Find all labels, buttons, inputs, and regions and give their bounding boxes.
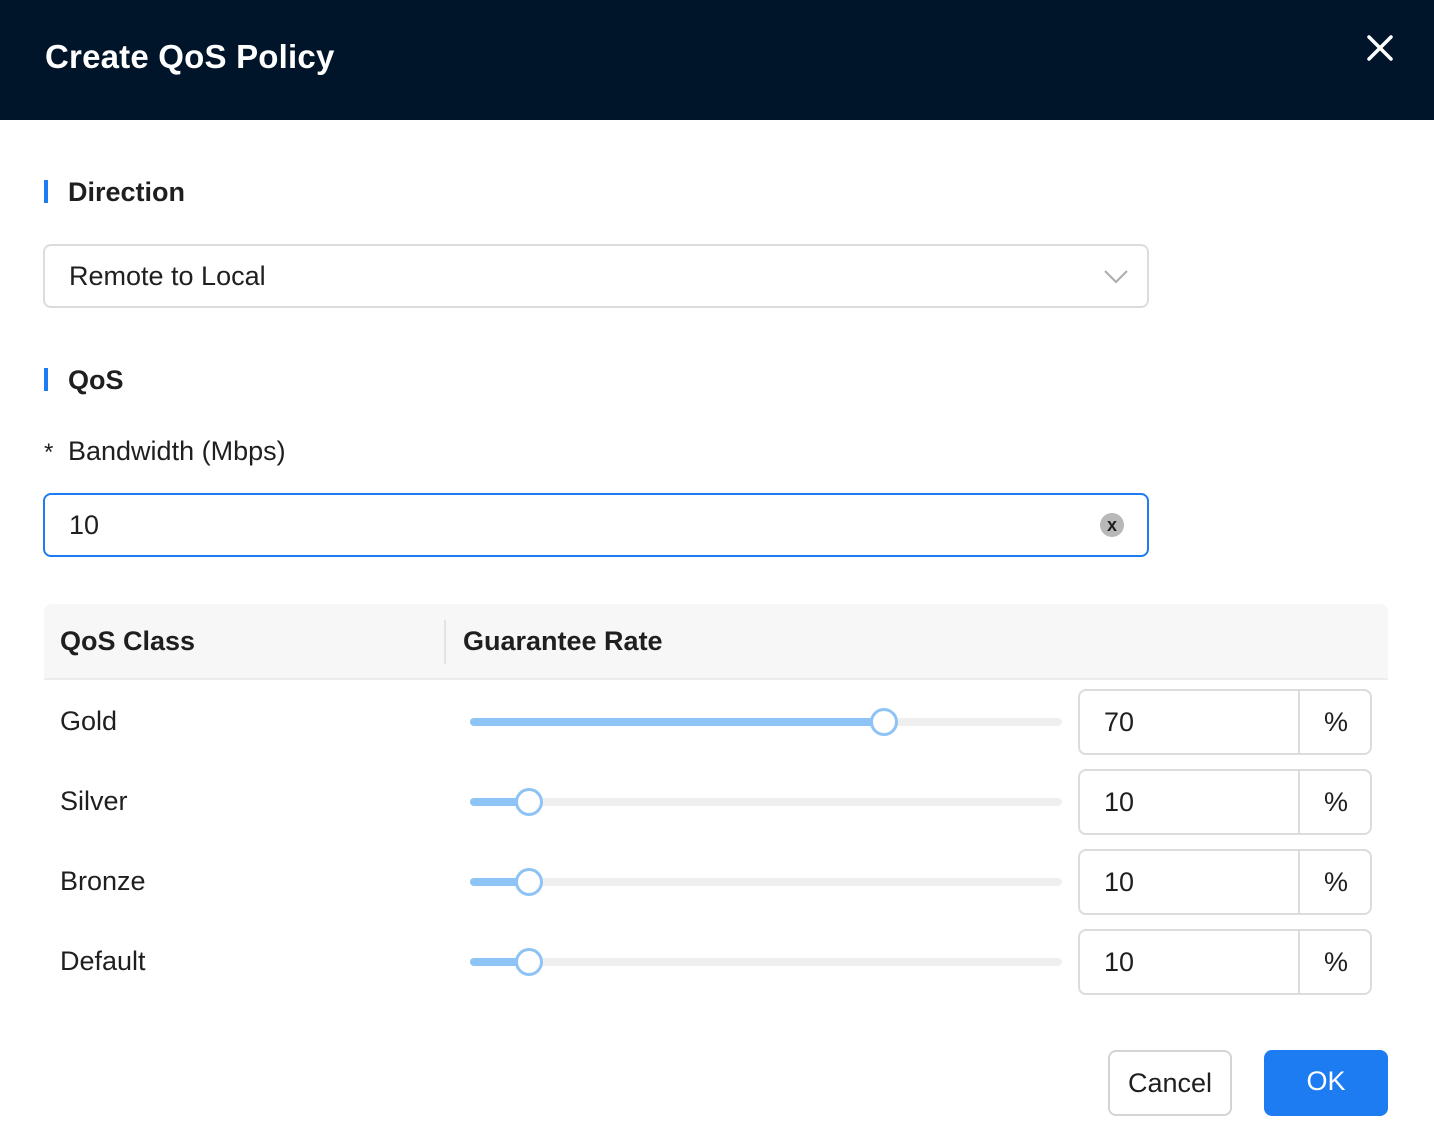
- guarantee-rate-value: 10: [1104, 867, 1135, 897]
- qos-class-name: Default: [60, 946, 146, 976]
- close-icon[interactable]: [1360, 28, 1400, 68]
- ok-button[interactable]: OK: [1264, 1050, 1388, 1116]
- slider-handle[interactable]: [870, 708, 899, 736]
- qos-class-name: Bronze: [60, 866, 146, 896]
- table-row: Gold 70 %: [44, 682, 1388, 762]
- section-accent-bar: [44, 368, 48, 391]
- guarantee-rate-slider[interactable]: [470, 868, 1062, 896]
- bandwidth-label: * Bandwidth (Mbps): [44, 436, 286, 467]
- guarantee-rate-value: 70: [1104, 707, 1135, 737]
- direction-select[interactable]: Remote to Local: [43, 244, 1149, 308]
- slider-handle[interactable]: [515, 948, 544, 976]
- cancel-button-label: Cancel: [1127, 1068, 1213, 1098]
- percent-unit: %: [1323, 867, 1348, 897]
- bandwidth-input[interactable]: 10 x: [43, 493, 1149, 557]
- slider-handle[interactable]: [515, 868, 544, 896]
- table-row: Default 10 %: [44, 922, 1388, 1002]
- guarantee-rate-slider[interactable]: [470, 708, 1062, 736]
- ok-button-label: OK: [1306, 1066, 1346, 1096]
- direction-heading: Direction: [68, 177, 186, 207]
- dialog-title: Create QoS Policy: [45, 38, 335, 75]
- guarantee-rate-input[interactable]: 70 %: [1078, 689, 1372, 755]
- cancel-button[interactable]: Cancel: [1108, 1050, 1232, 1116]
- bandwidth-value: 10: [69, 510, 100, 540]
- section-accent-bar: [44, 180, 48, 203]
- guarantee-rate-input[interactable]: 10 %: [1078, 929, 1372, 995]
- percent-unit: %: [1323, 947, 1348, 977]
- slider-fill: [470, 718, 885, 726]
- table-row: Silver 10 %: [44, 762, 1388, 842]
- column-divider: [444, 620, 446, 664]
- qos-table-header: QoS Class Guarantee Rate: [44, 604, 1388, 680]
- guarantee-rate-value: 10: [1104, 947, 1135, 977]
- direction-selected-value: Remote to Local: [69, 261, 266, 291]
- guarantee-rate-value: 10: [1104, 787, 1135, 817]
- bandwidth-label-text: Bandwidth (Mbps): [68, 436, 286, 466]
- qos-class-name: Silver: [60, 786, 128, 816]
- percent-unit: %: [1323, 787, 1348, 817]
- clear-icon[interactable]: x: [1100, 513, 1124, 537]
- guarantee-rate-slider[interactable]: [470, 788, 1062, 816]
- table-row: Bronze 10 %: [44, 842, 1388, 922]
- column-header-qos-class: QoS Class: [60, 626, 196, 656]
- chevron-down-icon: [1104, 270, 1128, 284]
- column-header-guarantee-rate: Guarantee Rate: [463, 626, 663, 656]
- clear-icon-glyph: x: [1106, 515, 1117, 535]
- qos-class-name: Gold: [60, 706, 118, 736]
- guarantee-rate-input[interactable]: 10 %: [1078, 769, 1372, 835]
- dialog-header: Create QoS Policy: [0, 0, 1434, 120]
- guarantee-rate-input[interactable]: 10 %: [1078, 849, 1372, 915]
- required-marker: *: [44, 439, 54, 466]
- percent-unit: %: [1323, 707, 1348, 737]
- guarantee-rate-slider[interactable]: [470, 948, 1062, 976]
- qos-heading: QoS: [68, 365, 124, 395]
- slider-handle[interactable]: [515, 788, 544, 816]
